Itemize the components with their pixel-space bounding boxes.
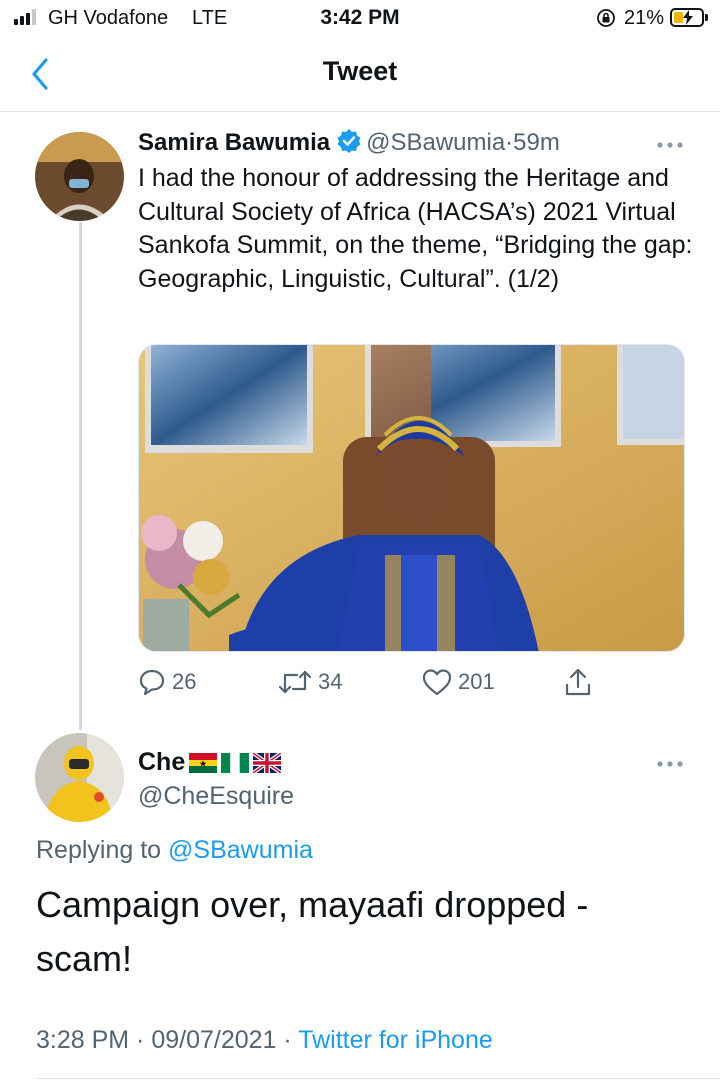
separator-dot: · (505, 129, 514, 156)
status-bar: GH Vodafone LTE 3:42 PM 21% (0, 0, 720, 40)
avatar[interactable] (35, 733, 124, 822)
nigeria-flag-icon (221, 752, 250, 773)
battery-percent: 21% (624, 7, 665, 29)
verified-badge-icon (337, 129, 361, 153)
more-options-icon[interactable] (655, 140, 685, 150)
reply-author-handle[interactable]: @CheEsquire (138, 782, 294, 811)
retweet-button[interactable]: 34 (278, 665, 342, 699)
divider (36, 1078, 720, 1079)
tweet-photo[interactable] (138, 344, 685, 652)
tweet-timestamp: 3:28 PM · 09/07/2021 (36, 1026, 277, 1054)
tweet-author-line: Samira Bawumia @SBawumia·59m (138, 128, 560, 157)
author-name[interactable]: Che (138, 748, 185, 777)
more-options-icon[interactable] (655, 759, 685, 769)
author-name[interactable]: Samira Bawumia (138, 129, 330, 156)
tweet-actions: 26 34 201 (138, 665, 698, 699)
replying-to-line: Replying to @SBawumia (36, 836, 313, 865)
heart-icon (422, 669, 452, 696)
author-handle[interactable]: @SBawumia (366, 129, 505, 156)
battery-charging-icon (670, 8, 708, 27)
share-button[interactable] (564, 665, 592, 699)
reply-author-name-line: Che (138, 748, 282, 777)
share-icon (565, 668, 591, 696)
ghana-flag-icon (189, 752, 218, 773)
like-button[interactable]: 201 (422, 665, 495, 699)
reply-button[interactable]: 26 (138, 665, 196, 699)
uk-flag-icon (253, 752, 282, 773)
tweet-time[interactable]: 59m (513, 129, 560, 156)
reply-count: 26 (172, 669, 197, 694)
top-nav-bar: Tweet (0, 40, 720, 112)
reply-icon (139, 669, 165, 696)
avatar[interactable] (35, 132, 124, 221)
like-count: 201 (458, 669, 495, 694)
orientation-lock-icon (597, 9, 615, 27)
meta-separator: · (283, 1026, 292, 1054)
tweet-source-link[interactable]: Twitter for iPhone (298, 1026, 493, 1054)
tweet-meta: 3:28 PM · 09/07/2021 · Twitter for iPhon… (36, 1026, 493, 1055)
thread-connector-line (79, 222, 82, 730)
tweet-text: I had the honour of addressing the Herit… (138, 164, 693, 293)
replying-to-mention[interactable]: @SBawumia (168, 836, 313, 864)
page-title: Tweet (322, 56, 398, 86)
retweet-icon (278, 670, 312, 694)
retweet-count: 34 (318, 669, 343, 694)
replying-to-label: Replying to (36, 836, 162, 864)
reply-text: Campaign over, mayaafi dropped - scam! (36, 884, 589, 979)
